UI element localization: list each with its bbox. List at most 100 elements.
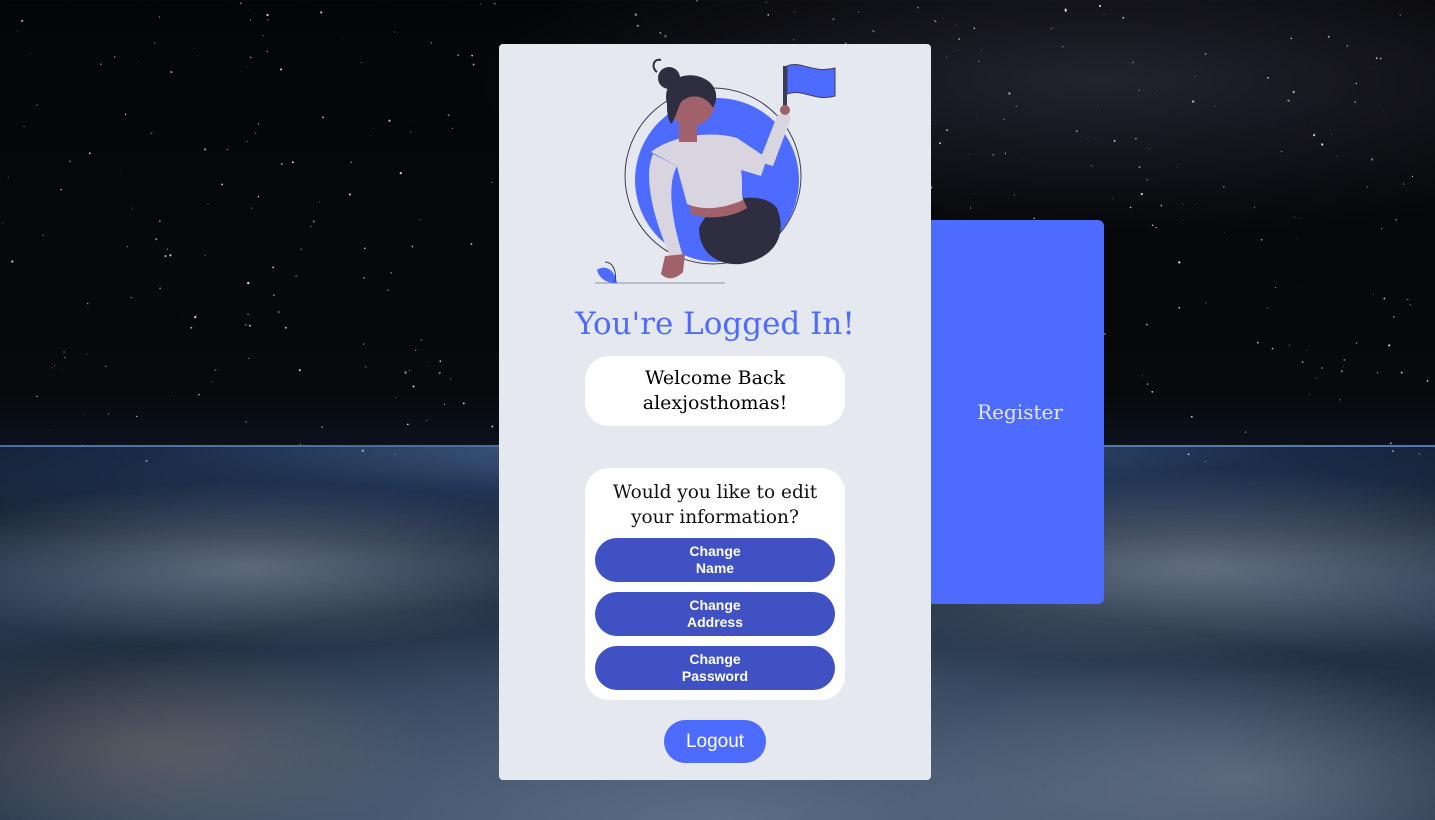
star [980, 49, 982, 51]
star [1178, 306, 1181, 309]
star [410, 131, 412, 133]
star [1288, 344, 1291, 347]
star [247, 66, 249, 68]
star [251, 207, 252, 209]
star [992, 153, 995, 156]
star [171, 391, 173, 393]
star [415, 349, 417, 351]
star [138, 61, 140, 62]
star [399, 171, 402, 175]
star [310, 225, 312, 227]
star [245, 421, 247, 423]
star [793, 38, 795, 41]
star [412, 122, 413, 124]
button-label: Change [689, 597, 741, 613]
register-link[interactable]: Register [977, 400, 1063, 424]
star [249, 325, 251, 327]
star [370, 135, 372, 136]
star [1224, 231, 1226, 233]
star [150, 132, 153, 135]
star [250, 56, 252, 59]
star [1266, 307, 1269, 309]
star [248, 10, 250, 12]
star [1145, 178, 1149, 181]
welcome-message: Welcome Back alexjosthomas! [585, 356, 845, 426]
star [239, 2, 242, 5]
star [267, 19, 269, 21]
star [406, 423, 409, 426]
star [1041, 161, 1043, 162]
star [945, 129, 948, 132]
star [1383, 108, 1385, 110]
star [1383, 297, 1386, 300]
star [1308, 393, 1311, 396]
star [1122, 16, 1125, 19]
star [348, 193, 352, 196]
star [1300, 217, 1301, 219]
star [956, 49, 958, 51]
star [978, 60, 980, 63]
change-address-button[interactable]: Change Address [595, 592, 835, 636]
star [1050, 27, 1053, 30]
star [1338, 398, 1341, 401]
star [404, 371, 407, 374]
star [1140, 192, 1143, 196]
star [21, 19, 24, 22]
star [793, 11, 795, 13]
star [190, 326, 193, 329]
star [969, 153, 970, 155]
star [196, 314, 198, 316]
star [350, 161, 352, 163]
star [774, 40, 776, 42]
star [471, 54, 474, 57]
star [194, 315, 197, 319]
star [1275, 287, 1277, 288]
star [1312, 133, 1316, 137]
star [1293, 216, 1296, 218]
star [1194, 75, 1196, 77]
edit-question-line: your information? [631, 507, 799, 528]
star [226, 148, 228, 151]
change-password-button[interactable]: Change Password [595, 646, 835, 690]
welcome-line: Welcome Back [644, 367, 786, 389]
star [388, 119, 391, 122]
star [1409, 303, 1412, 306]
star [284, 326, 287, 329]
star [1370, 158, 1374, 161]
change-name-button[interactable]: Change Name [595, 538, 835, 582]
star [300, 248, 303, 251]
star [1178, 261, 1181, 264]
star [1260, 151, 1261, 153]
star [470, 242, 473, 246]
star [166, 248, 168, 250]
star [60, 188, 62, 191]
star [60, 370, 62, 372]
star [1292, 90, 1295, 94]
star [320, 11, 323, 14]
star [1287, 99, 1290, 102]
logout-button[interactable]: Logout [664, 720, 766, 763]
star [273, 294, 275, 296]
star [298, 369, 301, 372]
star [1142, 375, 1144, 377]
star [114, 56, 116, 58]
star [158, 16, 160, 18]
star [360, 61, 363, 64]
star [934, 123, 936, 125]
star [1354, 101, 1356, 103]
star [107, 413, 109, 415]
star [100, 63, 102, 65]
star [1103, 332, 1106, 335]
star [1003, 118, 1005, 121]
star [664, 35, 667, 38]
star [439, 360, 442, 362]
star [1148, 147, 1151, 150]
star [832, 17, 835, 21]
button-label: Address [686, 614, 744, 630]
star [976, 116, 978, 118]
star [363, 277, 365, 279]
star [1022, 159, 1023, 160]
star [246, 141, 248, 143]
star [659, 31, 662, 34]
star [64, 357, 66, 359]
